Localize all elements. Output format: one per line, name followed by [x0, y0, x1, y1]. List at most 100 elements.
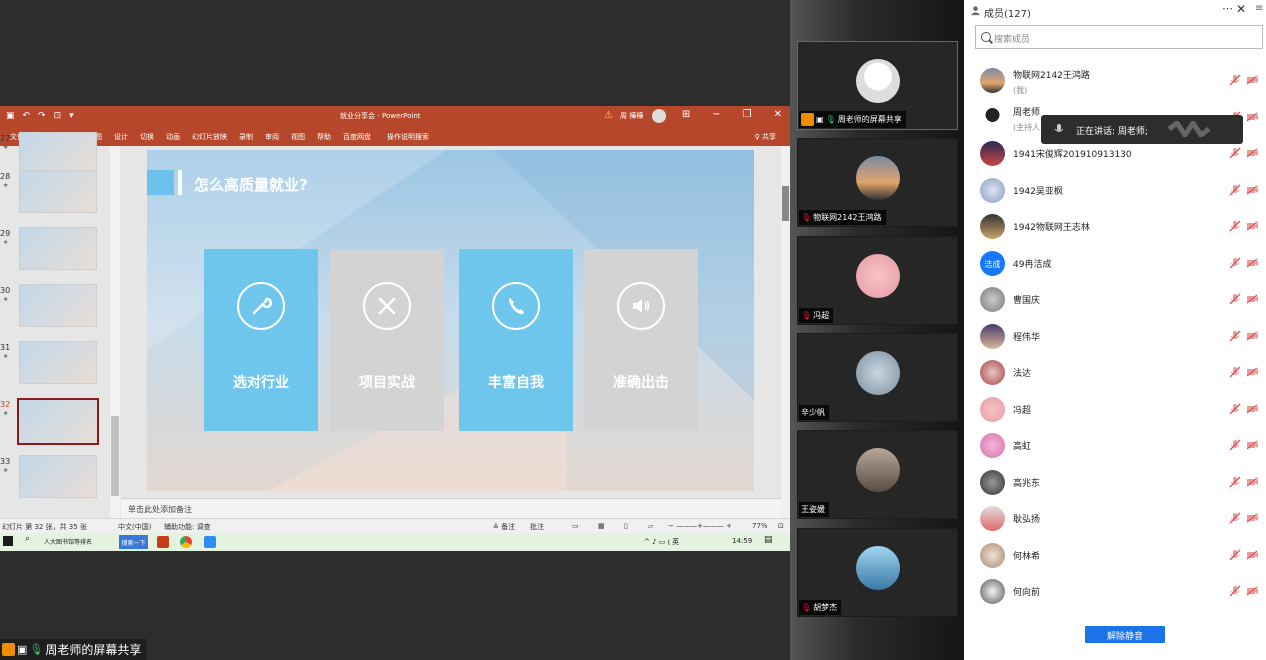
member-row[interactable]: 何向前	[964, 575, 1266, 611]
member-row[interactable]: 冯超	[964, 393, 1266, 429]
warning-icon[interactable]: ⚠	[604, 110, 613, 121]
camera-off-icon[interactable]	[1246, 550, 1259, 560]
mic-muted-icon[interactable]	[1229, 439, 1241, 451]
topic-card[interactable]: 准确出击	[584, 249, 698, 431]
ribbon-tab[interactable]: 审阅	[259, 127, 285, 146]
camera-off-icon[interactable]	[1246, 404, 1259, 414]
save-icon[interactable]: ▣	[6, 111, 15, 121]
sorter-view-icon[interactable]: ▦	[598, 522, 605, 530]
camera-off-icon[interactable]	[1246, 75, 1259, 85]
windows-start-icon[interactable]	[3, 536, 13, 546]
menu-icon[interactable]: ≡	[1255, 3, 1263, 14]
browser-tab[interactable]: 人大图书馆等排名	[44, 537, 92, 546]
system-tray[interactable]: ^ ♪ ▭ ⦅ 英	[644, 537, 679, 547]
video-tile[interactable]: 辛少帆	[797, 333, 958, 422]
slide-thumbnail[interactable]	[19, 455, 97, 498]
mic-muted-icon[interactable]	[1229, 476, 1241, 488]
search-pill-button[interactable]: 搜索一下	[119, 535, 148, 549]
ribbon-tab[interactable]: 帮助	[311, 127, 337, 146]
ribbon-tab[interactable]: 录制	[233, 127, 259, 146]
mic-muted-icon[interactable]	[1229, 585, 1241, 597]
slide-scrollbar[interactable]	[781, 146, 790, 518]
video-tile[interactable]: ▣ 🎙 周老师的屏幕共享	[797, 41, 958, 130]
slide-thumbnail[interactable]	[17, 398, 99, 445]
ribbon-tab[interactable]: 幻灯片放映	[186, 127, 233, 146]
close-button[interactable]: ✕	[774, 109, 782, 120]
minimize-button[interactable]: −	[712, 109, 720, 120]
topic-card[interactable]: 选对行业	[204, 249, 318, 431]
meeting-app-icon[interactable]	[204, 536, 216, 548]
video-tile[interactable]: 🎙 胡梦杰	[797, 528, 958, 617]
language-indicator[interactable]: 中文(中国)	[118, 522, 151, 532]
slide-thumbnail[interactable]	[19, 341, 97, 384]
mic-muted-icon[interactable]	[1229, 257, 1241, 269]
video-tile[interactable]: 🎙 冯超	[797, 236, 958, 325]
camera-off-icon[interactable]	[1246, 258, 1259, 268]
topic-card[interactable]: 丰富自我	[459, 249, 573, 431]
more-options-icon[interactable]: ⋯	[1222, 2, 1233, 15]
member-search-input[interactable]: 搜索成员	[975, 25, 1263, 49]
slide-thumbnail[interactable]	[19, 170, 97, 213]
mic-muted-icon[interactable]	[1229, 147, 1241, 159]
member-row[interactable]: 物联网2142王鸿路 (我)	[964, 64, 1266, 100]
camera-off-icon[interactable]	[1246, 586, 1259, 596]
camera-off-icon[interactable]	[1246, 477, 1259, 487]
mic-muted-icon[interactable]	[1229, 184, 1241, 196]
powerpoint-app-icon[interactable]	[157, 536, 169, 548]
ribbon-tab[interactable]: 动画	[160, 127, 186, 146]
fit-slide-icon[interactable]: ⊡	[778, 522, 784, 530]
slide-thumbnail[interactable]	[19, 284, 97, 327]
camera-off-icon[interactable]	[1246, 221, 1259, 231]
member-row[interactable]: 何林希	[964, 539, 1266, 575]
ribbon-tab[interactable]: 切换	[134, 127, 160, 146]
mic-muted-icon[interactable]	[1229, 366, 1241, 378]
ribbon-display-icon[interactable]: ⊞	[682, 109, 690, 120]
ribbon-tab[interactable]: 百度网盘	[337, 127, 377, 146]
restore-button[interactable]: ❐	[743, 109, 752, 120]
current-slide[interactable]: 怎么高质量就业? 选对行业 项目实战 丰富自我 准确出击	[147, 150, 754, 491]
customize-icon[interactable]: ▾	[69, 111, 74, 121]
camera-off-icon[interactable]	[1246, 294, 1259, 304]
clock[interactable]: 14:59	[732, 537, 752, 545]
mic-muted-icon[interactable]	[1229, 330, 1241, 342]
member-row[interactable]: 法达	[964, 356, 1266, 392]
mic-muted-icon[interactable]	[1229, 220, 1241, 232]
mic-muted-icon[interactable]	[1229, 549, 1241, 561]
video-tile[interactable]: 🎙 物联网2142王鸿路	[797, 138, 958, 227]
camera-off-icon[interactable]	[1246, 185, 1259, 195]
notes-pane[interactable]: 单击此处添加备注	[121, 498, 781, 518]
account-avatar[interactable]	[652, 109, 666, 123]
zoom-level[interactable]: 77%	[752, 522, 768, 530]
mic-muted-icon[interactable]	[1229, 512, 1241, 524]
ribbon-tab[interactable]: 视图	[285, 127, 311, 146]
member-row[interactable]: 曹国庆	[964, 283, 1266, 319]
member-row[interactable]: 洁成 49冉洁成	[964, 247, 1266, 283]
redo-icon[interactable]: ↷	[38, 111, 46, 121]
member-row[interactable]: 高虹	[964, 429, 1266, 465]
camera-off-icon[interactable]	[1246, 148, 1259, 158]
comments-toggle[interactable]: 批注	[530, 522, 544, 532]
accessibility-indicator[interactable]: 辅助功能: 调查	[164, 522, 211, 532]
topic-card[interactable]: 项目实战	[330, 249, 444, 431]
notification-icon[interactable]: ▤	[764, 535, 773, 545]
close-panel-icon[interactable]: ✕	[1236, 2, 1246, 16]
member-row[interactable]: 程伟华	[964, 320, 1266, 356]
present-icon[interactable]: ⊡	[54, 111, 62, 121]
slideshow-view-icon[interactable]: ▱	[648, 522, 653, 530]
undo-icon[interactable]: ↶	[23, 111, 31, 121]
member-row[interactable]: 耿弘扬	[964, 502, 1266, 538]
mic-muted-icon[interactable]	[1229, 74, 1241, 86]
camera-off-icon[interactable]	[1246, 112, 1259, 122]
notes-toggle[interactable]: ≙ 备注	[493, 522, 515, 532]
video-tile[interactable]: 王姿媛	[797, 430, 958, 519]
thumbnail-scrollbar[interactable]	[110, 146, 120, 518]
ribbon-tab[interactable]: 操作说明搜索	[381, 127, 435, 146]
slide-thumbnail[interactable]	[19, 227, 97, 270]
camera-off-icon[interactable]	[1246, 513, 1259, 523]
mic-muted-icon[interactable]	[1229, 403, 1241, 415]
member-row[interactable]: 高兆东	[964, 466, 1266, 502]
slide-thumbnail[interactable]	[19, 132, 97, 175]
camera-off-icon[interactable]	[1246, 331, 1259, 341]
normal-view-icon[interactable]: ▭	[572, 522, 579, 530]
mic-muted-icon[interactable]	[1229, 293, 1241, 305]
